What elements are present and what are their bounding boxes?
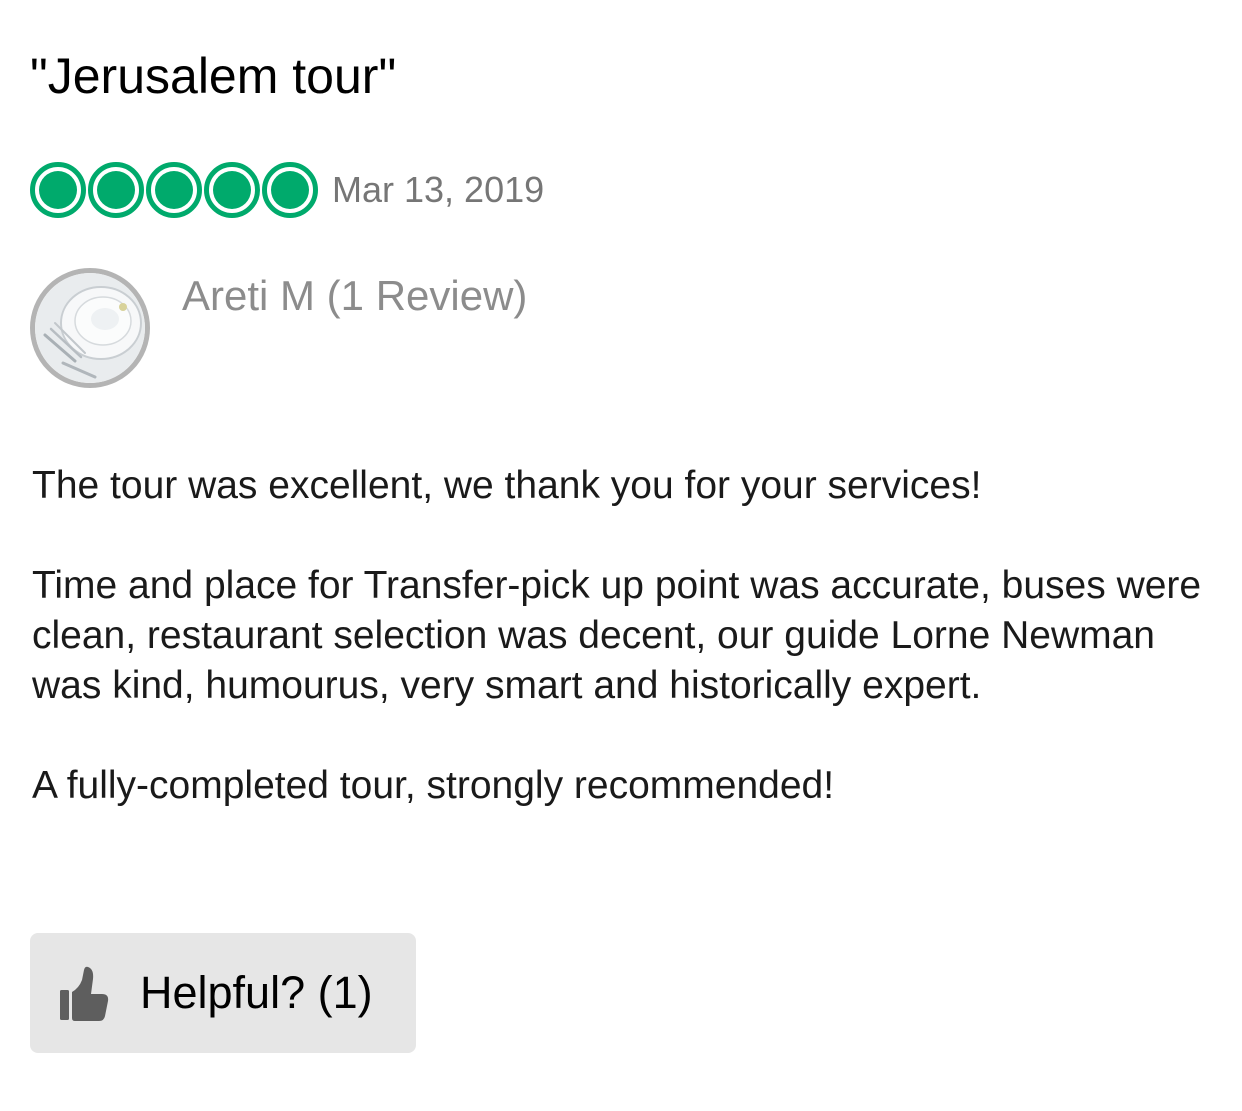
rating-bubble-3 bbox=[146, 162, 202, 218]
review-paragraph: The tour was excellent, we thank you for… bbox=[32, 464, 982, 507]
avatar[interactable] bbox=[30, 268, 150, 388]
rating-bubbles bbox=[30, 162, 318, 218]
rating-bubble-4 bbox=[204, 162, 260, 218]
helpful-button[interactable]: Helpful? (1) bbox=[30, 933, 416, 1053]
review-paragraph: A fully-completed tour, strongly recomme… bbox=[32, 764, 835, 807]
helpful-label: Helpful? (1) bbox=[140, 967, 373, 1018]
review-body: The tour was excellent, we thank you for… bbox=[32, 461, 1212, 811]
review-date: Mar 13, 2019 bbox=[332, 169, 545, 210]
rating-bubble-2 bbox=[88, 162, 144, 218]
rating-row: Mar 13, 2019 bbox=[30, 158, 544, 222]
reviewer-name[interactable]: Areti M (1 Review) bbox=[182, 270, 527, 322]
review-paragraph: Time and place for Transfer-pick up poin… bbox=[32, 564, 1202, 707]
rating-bubble-1 bbox=[30, 162, 86, 218]
rating-bubble-5 bbox=[262, 162, 318, 218]
thumbs-up-icon bbox=[58, 963, 110, 1023]
review-title: "Jerusalem tour" bbox=[30, 48, 397, 104]
